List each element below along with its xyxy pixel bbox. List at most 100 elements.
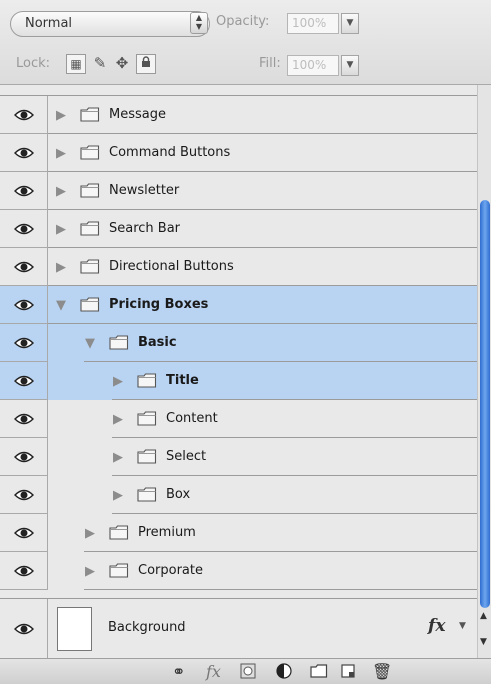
layer-row[interactable]: ▶ Corporate — [0, 552, 477, 590]
folder-icon — [109, 563, 129, 578]
visibility-eye-icon[interactable] — [0, 362, 48, 400]
collapsed-triangle-icon[interactable]: ▶ — [113, 450, 123, 465]
collapsed-triangle-icon[interactable]: ▶ — [56, 260, 66, 275]
scroll-up-arrow-icon[interactable]: ▲ — [480, 611, 487, 621]
layer-name: Pricing Boxes — [109, 297, 209, 312]
layers-bottom-toolbar: ⚭ fx 🗑 — [0, 658, 491, 684]
folder-icon — [80, 297, 100, 312]
layer-name: Content — [166, 411, 218, 426]
collapsed-triangle-icon[interactable]: ▶ — [56, 146, 66, 161]
layer-row[interactable]: ▼ Pricing Boxes — [0, 286, 477, 324]
layer-row[interactable]: ▶ Directional Buttons — [0, 248, 477, 286]
blend-mode-value: Normal — [25, 16, 73, 31]
layer-name: Directional Buttons — [109, 259, 234, 274]
lock-all-icon[interactable] — [136, 54, 156, 74]
scrollbar-thumb[interactable] — [480, 200, 490, 608]
expanded-triangle-icon[interactable]: ▼ — [85, 336, 95, 351]
lock-transparent-icon[interactable]: ▦ — [66, 54, 86, 74]
partially-hidden-layer — [0, 85, 477, 96]
layer-row[interactable]: ▼ Basic — [0, 324, 477, 362]
folder-icon — [137, 373, 157, 388]
fx-icon[interactable]: fx — [206, 662, 221, 681]
adjustment-icon[interactable] — [276, 663, 292, 683]
trash-icon[interactable]: 🗑 — [372, 662, 392, 681]
background-layer-row[interactable]: Background fx ▼ — [0, 598, 477, 658]
collapsed-triangle-icon[interactable]: ▶ — [56, 108, 66, 123]
layer-row[interactable]: ▶ Box — [0, 476, 477, 514]
collapsed-triangle-icon[interactable]: ▶ — [56, 184, 66, 199]
opacity-dropdown-button[interactable]: ▼ — [341, 13, 359, 34]
fill-dropdown-button[interactable]: ▼ — [341, 55, 359, 76]
folder-icon — [137, 487, 157, 502]
folder-icon — [80, 183, 100, 198]
layer-name: Message — [109, 107, 166, 122]
layer-name: Select — [166, 449, 207, 464]
opacity-label: Opacity: — [216, 14, 270, 29]
folder-icon — [80, 107, 100, 122]
fill-input[interactable]: 100% — [287, 55, 339, 76]
visibility-eye-icon[interactable] — [0, 172, 48, 210]
background-layer-name: Background — [108, 620, 186, 635]
visibility-eye-icon[interactable] — [0, 134, 48, 172]
folder-icon — [109, 335, 129, 350]
layer-name: Search Bar — [109, 221, 181, 236]
layer-row[interactable]: ▶ Search Bar — [0, 210, 477, 248]
lock-image-icon[interactable]: ✎ — [90, 54, 110, 74]
visibility-eye-icon[interactable] — [0, 210, 48, 248]
new-layer-icon[interactable] — [340, 663, 356, 683]
layer-row[interactable]: ▶ Select — [0, 438, 477, 476]
layer-name: Corporate — [138, 563, 203, 578]
folder-icon — [109, 525, 129, 540]
layer-name: Title — [166, 373, 199, 388]
collapsed-triangle-icon[interactable]: ▶ — [85, 526, 95, 541]
lock-position-icon[interactable]: ✥ — [112, 54, 132, 74]
layer-row[interactable]: ▶ Command Buttons — [0, 134, 477, 172]
layer-name: Basic — [138, 335, 177, 350]
layers-scrollbar[interactable]: ▲ ▼ — [477, 85, 491, 658]
layer-row[interactable]: ▶ Message — [0, 96, 477, 134]
folder-icon — [137, 449, 157, 464]
collapsed-triangle-icon[interactable]: ▶ — [56, 222, 66, 237]
expanded-triangle-icon[interactable]: ▼ — [56, 298, 66, 313]
folder-icon — [80, 221, 100, 236]
blend-mode-stepper[interactable]: ▲ ▼ — [190, 12, 208, 34]
layer-row[interactable]: ▶ Newsletter — [0, 172, 477, 210]
link-layers-icon[interactable]: ⚭ — [172, 662, 185, 681]
visibility-eye-icon[interactable] — [0, 514, 48, 552]
collapsed-triangle-icon[interactable]: ▶ — [85, 564, 95, 579]
mask-icon[interactable] — [240, 663, 256, 683]
visibility-eye-icon[interactable] — [0, 476, 48, 514]
opacity-input[interactable]: 100% — [287, 13, 339, 34]
visibility-eye-icon[interactable] — [0, 400, 48, 438]
lock-label: Lock: — [16, 56, 51, 71]
layer-row[interactable]: ▶ Title — [0, 362, 477, 400]
scroll-down-arrow-icon[interactable]: ▼ — [480, 637, 487, 647]
visibility-eye-icon[interactable] — [0, 552, 48, 590]
layer-name: Premium — [138, 525, 196, 540]
effects-dropdown-icon[interactable]: ▼ — [459, 621, 466, 631]
folder-icon — [80, 259, 100, 274]
folder-icon — [137, 411, 157, 426]
collapsed-triangle-icon[interactable]: ▶ — [113, 488, 123, 503]
layer-row[interactable]: ▶ Premium — [0, 514, 477, 552]
visibility-eye-icon[interactable] — [0, 438, 48, 476]
visibility-eye-icon[interactable] — [0, 324, 48, 362]
visibility-eye-icon[interactable] — [0, 248, 48, 286]
visibility-eye-icon[interactable] — [0, 96, 48, 134]
layer-effects-icon[interactable]: fx — [428, 616, 445, 636]
new-group-icon[interactable] — [310, 663, 328, 682]
layer-name: Newsletter — [109, 183, 180, 198]
layer-name: Command Buttons — [109, 145, 231, 160]
folder-icon — [80, 145, 100, 160]
layer-row[interactable]: ▶ Content — [0, 400, 477, 438]
layers-list: ▶ Message ▶ Command Buttons ▶ Newsletter ▶ Sear… — [0, 85, 477, 597]
collapsed-triangle-icon[interactable]: ▶ — [113, 374, 123, 389]
layer-thumbnail — [57, 607, 92, 651]
layers-options-bar: Normal ▲ ▼ Opacity: 100% ▼ Lock: ▦ ✎ ✥ Fi… — [0, 0, 491, 85]
fill-label: Fill: — [259, 56, 281, 71]
visibility-eye-icon[interactable] — [0, 599, 48, 658]
visibility-eye-icon[interactable] — [0, 286, 48, 324]
blend-mode-select[interactable]: Normal — [10, 11, 210, 37]
padlock-icon — [142, 56, 150, 67]
collapsed-triangle-icon[interactable]: ▶ — [113, 412, 123, 427]
